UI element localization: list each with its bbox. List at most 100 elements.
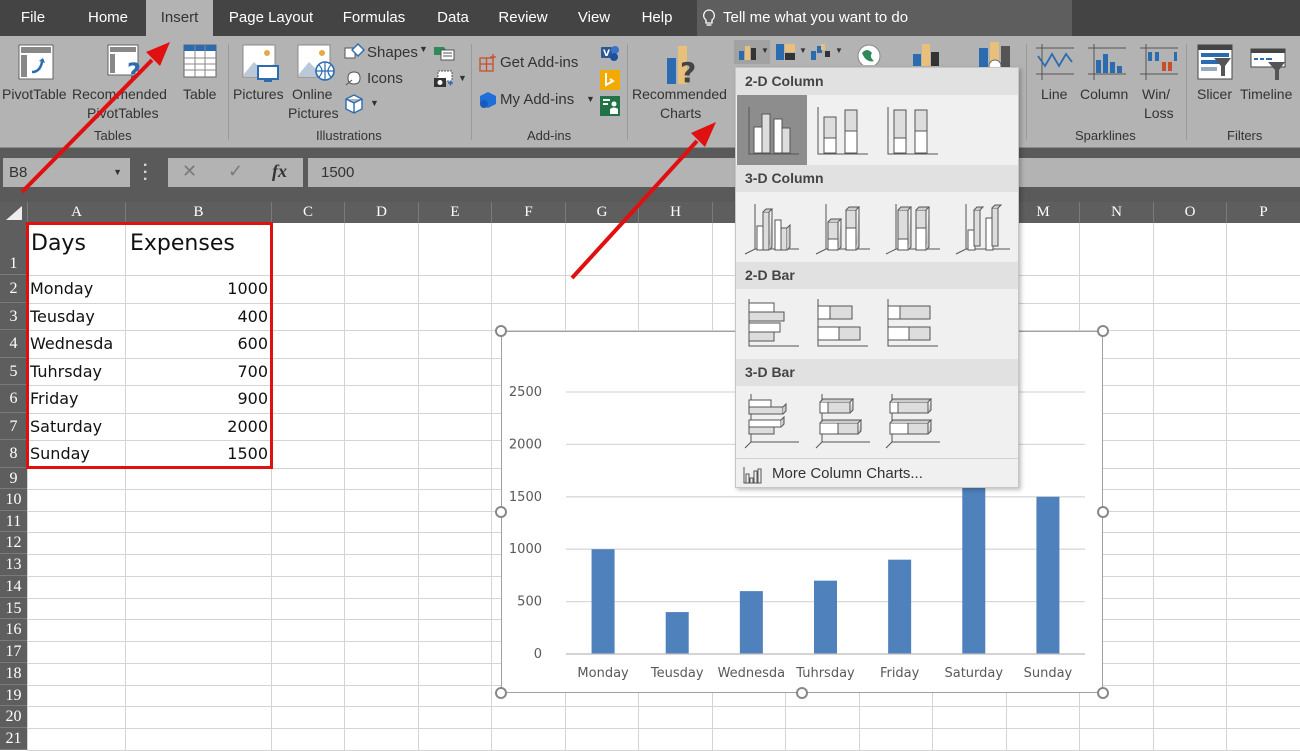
tab-formulas[interactable]: Formulas <box>334 0 414 36</box>
resize-handle-bottom-right[interactable] <box>1097 687 1109 699</box>
column-header[interactable]: E <box>418 202 491 223</box>
cell-expense[interactable]: 2000 <box>227 417 268 436</box>
tab-home[interactable]: Home <box>76 0 140 36</box>
cancel-icon[interactable]: ✕ <box>182 161 197 182</box>
bar-friday[interactable] <box>888 559 912 654</box>
more-options-icon[interactable]: · · · <box>143 158 148 188</box>
row-header[interactable]: 1 <box>0 223 27 275</box>
x-tick-label: Saturday <box>944 666 1003 681</box>
bar-monday[interactable] <box>591 549 615 654</box>
row-header[interactable]: 15 <box>0 598 27 619</box>
row-header[interactable]: 11 <box>0 511 27 532</box>
name-box[interactable]: B8 ▼ <box>3 158 130 187</box>
cell-expense[interactable]: 1000 <box>227 279 268 298</box>
pictures-label: Pictures <box>233 86 284 102</box>
bar-wednesda[interactable] <box>739 591 763 654</box>
tab-help[interactable]: Help <box>632 0 682 36</box>
cell-b1[interactable]: Expenses <box>130 231 235 256</box>
column-header[interactable]: N <box>1079 202 1153 223</box>
cell-expense[interactable]: 600 <box>237 334 268 353</box>
row-header[interactable]: 14 <box>0 576 27 598</box>
column-header[interactable]: C <box>271 202 344 223</box>
bar-teusday[interactable] <box>665 612 689 654</box>
row-header[interactable]: 21 <box>0 728 27 750</box>
tab-review[interactable]: Review <box>490 0 556 36</box>
cell-day[interactable]: Friday <box>30 389 79 408</box>
x-tick-label: Teusday <box>650 666 704 681</box>
name-box-dropdown-icon[interactable]: ▼ <box>113 158 122 187</box>
column-header[interactable]: A <box>27 202 125 223</box>
cell-expense[interactable]: 900 <box>237 389 268 408</box>
column-header[interactable]: F <box>491 202 565 223</box>
resize-handle-right[interactable] <box>1097 506 1109 518</box>
resize-handle-bottom[interactable] <box>796 687 808 699</box>
row-header[interactable]: 20 <box>0 706 27 728</box>
cell-expense[interactable]: 1500 <box>227 444 268 463</box>
row-header[interactable]: 16 <box>0 619 27 641</box>
row-header[interactable]: 5 <box>0 358 27 385</box>
cell-a1[interactable]: Days <box>31 231 86 256</box>
row-header[interactable]: 8 <box>0 440 27 468</box>
column-header[interactable]: H <box>638 202 712 223</box>
row-header[interactable]: 2 <box>0 275 27 303</box>
resize-handle-bottom-left[interactable] <box>495 687 507 699</box>
tab-file[interactable]: File <box>10 0 56 36</box>
enter-icon[interactable]: ✓ <box>228 161 243 182</box>
section-3d-column: 3-D Column <box>736 165 1018 192</box>
cell-expense[interactable]: 400 <box>237 307 268 326</box>
insert-function-icon[interactable]: fx <box>272 161 287 182</box>
row-header[interactable]: 3 <box>0 303 27 330</box>
tell-me-search[interactable]: Tell me what you want to do <box>697 0 1072 36</box>
stacked-column-option[interactable] <box>808 95 878 165</box>
cell-day[interactable]: Teusday <box>30 307 95 326</box>
resize-handle-top-right[interactable] <box>1097 325 1109 337</box>
select-all-button[interactable] <box>6 206 22 220</box>
3d-clustered-column-option[interactable] <box>737 192 807 262</box>
tab-insert[interactable]: Insert <box>146 0 213 36</box>
cell-day[interactable]: Tuhrsday <box>30 362 102 381</box>
3d-100-stacked-column-option[interactable] <box>878 192 948 262</box>
row-header[interactable]: 12 <box>0 532 27 554</box>
100-stacked-column-option[interactable] <box>878 95 948 165</box>
row-header[interactable]: 7 <box>0 413 27 440</box>
row-header[interactable]: 6 <box>0 385 27 413</box>
tab-page-layout[interactable]: Page Layout <box>222 0 320 36</box>
column-header[interactable]: G <box>565 202 638 223</box>
row-header[interactable]: 18 <box>0 663 27 685</box>
group-label-sparklines: Sparklines <box>1075 128 1136 143</box>
3d-column-option[interactable] <box>948 192 1018 262</box>
resize-handle-top-left[interactable] <box>495 325 507 337</box>
clustered-bar-option[interactable] <box>737 289 807 359</box>
insert-column-chart-button[interactable]: ▼ <box>734 40 770 64</box>
resize-handle-left[interactable] <box>495 506 507 518</box>
column-header[interactable]: D <box>344 202 418 223</box>
3d-100-stacked-bar-option[interactable] <box>878 386 948 456</box>
column-header[interactable]: O <box>1153 202 1226 223</box>
column-header[interactable]: B <box>125 202 271 223</box>
3d-stacked-bar-option[interactable] <box>808 386 878 456</box>
recommended-charts-label-1: Recommended <box>632 86 727 102</box>
3d-clustered-bar-option[interactable] <box>737 386 807 456</box>
3d-stacked-column-option[interactable] <box>808 192 878 262</box>
cell-day[interactable]: Monday <box>30 279 93 298</box>
column-header[interactable]: P <box>1226 202 1300 223</box>
row-header[interactable]: 17 <box>0 641 27 663</box>
stacked-bar-option[interactable] <box>808 289 878 359</box>
row-header[interactable]: 13 <box>0 554 27 576</box>
tab-data[interactable]: Data <box>428 0 478 36</box>
smartart-icon <box>434 47 455 61</box>
row-header[interactable]: 10 <box>0 489 27 511</box>
clustered-column-option[interactable] <box>737 95 807 165</box>
cell-expense[interactable]: 700 <box>237 362 268 381</box>
cell-day[interactable]: Sunday <box>30 444 90 463</box>
100-stacked-bar-option[interactable] <box>878 289 948 359</box>
cell-day[interactable]: Saturday <box>30 417 102 436</box>
row-header[interactable]: 4 <box>0 330 27 358</box>
row-header[interactable]: 19 <box>0 685 27 706</box>
bar-sunday[interactable] <box>1036 496 1060 654</box>
row-header[interactable]: 9 <box>0 468 27 489</box>
cell-day[interactable]: Wednesda <box>30 334 113 353</box>
tab-view[interactable]: View <box>568 0 620 36</box>
bar-tuhrsday[interactable] <box>814 580 837 654</box>
more-column-charts-link[interactable]: More Column Charts... <box>736 458 1018 488</box>
